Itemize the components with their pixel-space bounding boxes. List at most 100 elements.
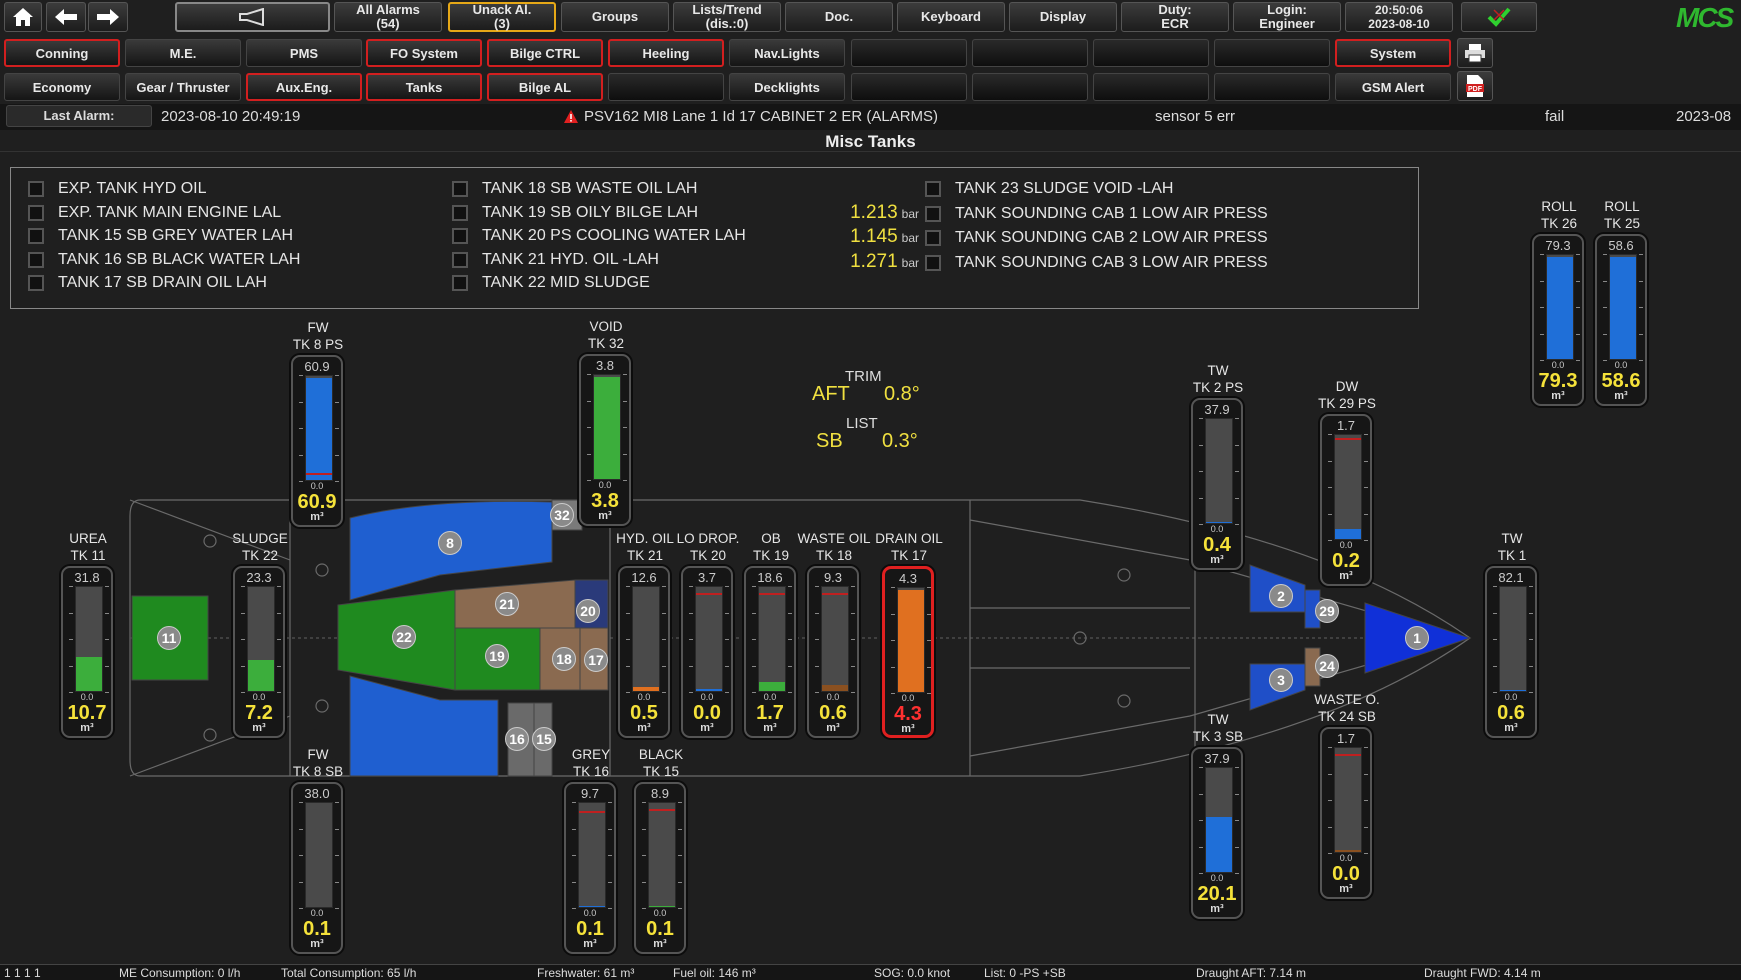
gauge-max: 3.8	[595, 358, 615, 373]
hull-tank-number-marker[interactable]: 21	[495, 592, 519, 616]
hull-tank-number-marker[interactable]: 15	[532, 727, 556, 751]
gauge-tick	[623, 374, 627, 375]
tank-gauge[interactable]: 8.9 0.0 0.1 m³	[634, 782, 686, 954]
gauge-tick	[1493, 639, 1497, 640]
gauge-max: 8.9	[650, 786, 670, 801]
gauge-tick	[623, 453, 627, 455]
gauge-fill	[822, 685, 848, 691]
gauge-tick	[851, 612, 855, 614]
gauge-bar	[305, 375, 333, 481]
tank-type: TW	[1501, 531, 1523, 546]
gauge-fill	[649, 906, 675, 907]
tank-gauge[interactable]: 12.6 0.0 0.5 m³	[618, 566, 670, 738]
gauge-max: 79.3	[1545, 238, 1571, 253]
gauge-tick	[815, 586, 819, 587]
gauge-tick	[689, 665, 693, 667]
gauge-unit: m³	[1210, 903, 1224, 915]
gauge-tick	[1235, 846, 1239, 848]
gauge-tick	[608, 828, 612, 830]
gauge-tick	[851, 586, 855, 587]
gauge-min: 0.0	[653, 908, 667, 918]
tank-gauge[interactable]: 9.7 0.0 0.1 m³	[564, 782, 616, 954]
gauge-tick	[1529, 665, 1533, 667]
gauge-tick	[689, 639, 693, 640]
gauge-tick	[572, 828, 576, 830]
gauge-min: 0.0	[252, 692, 266, 702]
tank-gauge[interactable]: 3.7 0.0 0.0 m³	[681, 566, 733, 738]
hull-tank-number-marker[interactable]: 1	[1405, 626, 1429, 650]
gauge-tick	[662, 612, 666, 614]
tank-label: TW TK 1	[1498, 530, 1527, 564]
gauge-tick	[587, 427, 591, 428]
gauge-tick	[626, 612, 630, 614]
gauge-tick	[752, 586, 756, 587]
hull-tank-number-marker[interactable]: 17	[584, 648, 608, 672]
gauge-fill	[696, 689, 722, 691]
tank-gauge[interactable]: 38.0 0.0 0.1 m³	[291, 782, 343, 954]
hull-tank-number-marker[interactable]: 20	[576, 599, 600, 623]
gauge-tick	[1235, 820, 1239, 821]
gauge-tick	[815, 639, 819, 640]
gauge-min: 0.0	[310, 481, 324, 491]
gauge-tick	[277, 665, 281, 667]
gauge-tick	[572, 881, 576, 883]
hull-tank-number-marker[interactable]: 3	[1269, 668, 1293, 692]
gauge-fill	[633, 687, 659, 691]
gauge-max: 37.9	[1204, 402, 1230, 417]
gauge-max: 58.6	[1608, 238, 1634, 253]
tank-id: TK 21	[626, 548, 664, 563]
hull-tank-number-marker[interactable]: 8	[438, 531, 462, 555]
tank-gauge[interactable]: 60.9 0.0 60.9 m³	[291, 355, 343, 527]
hull-tank-number-marker[interactable]: 22	[392, 625, 416, 649]
tank-label: ROLL TK 25	[1604, 198, 1640, 232]
tank-id: TK 18	[815, 548, 853, 563]
tank-gauge[interactable]: 31.8 0.0 10.7 m³	[61, 566, 113, 738]
hull-tank-number-marker[interactable]: 18	[552, 647, 576, 671]
tank-gauge[interactable]: 9.3 0.0 0.6 m³	[807, 566, 859, 738]
gauge-tick	[105, 639, 109, 640]
tank-id: TK 26	[1540, 216, 1578, 231]
gauge-tick	[1576, 254, 1580, 255]
tank-gauge[interactable]: 18.6 0.0 1.7 m³	[744, 566, 796, 738]
tank-gauge[interactable]: 58.6 0.0 58.6 m³	[1595, 234, 1647, 406]
gauge-bar	[1499, 586, 1527, 692]
trim-label: TRIM	[845, 368, 882, 385]
tank-label: WASTE O. TK 24 SB	[1314, 691, 1380, 725]
gauge-tick	[1529, 586, 1533, 587]
gauge-tick	[725, 586, 729, 587]
gauge-tick	[678, 802, 682, 803]
gauge-bar	[578, 802, 606, 908]
hull-tank-number-marker[interactable]: 2	[1269, 584, 1293, 608]
gauge-min: 0.0	[583, 908, 597, 918]
hull-tank-number-marker[interactable]: 32	[550, 503, 574, 527]
tank-id: TK 24 SB	[1318, 709, 1376, 724]
gauge-unit: m³	[80, 722, 94, 734]
gauge-tick	[1639, 280, 1643, 282]
gauge-unit: m³	[583, 938, 597, 950]
hull-tank-number-marker[interactable]: 24	[1315, 654, 1339, 678]
gauge-tick	[299, 828, 303, 830]
gauge-bar	[1334, 747, 1362, 853]
hull-tank-number-marker[interactable]: 19	[485, 644, 509, 668]
gauge-tick	[69, 612, 73, 614]
tank-gauge[interactable]: 82.1 0.0 0.6 m³	[1485, 566, 1537, 738]
hull-tank-number-marker[interactable]: 29	[1315, 599, 1339, 623]
hull-tank-number-marker[interactable]: 11	[157, 626, 181, 650]
gauge-fill	[1335, 850, 1361, 852]
gauge-alarm-limit	[579, 811, 605, 813]
gauge-tick	[1328, 800, 1332, 801]
gauge-unit: m³	[1551, 390, 1565, 402]
tank-gauge[interactable]: 37.9 0.0 0.4 m³	[1191, 398, 1243, 570]
tank-type: LO DROP.	[676, 531, 740, 546]
tank-gauge[interactable]: 1.7 0.0 0.2 m³	[1320, 414, 1372, 586]
tank-gauge[interactable]: 23.3 0.0 7.2 m³	[233, 566, 285, 738]
tank-gauge[interactable]: 3.8 0.0 3.8 m³	[579, 354, 631, 526]
tank-gauge[interactable]: 79.3 0.0 79.3 m³	[1532, 234, 1584, 406]
gauge-tick	[623, 400, 627, 402]
tank-gauge[interactable]: 4.3 0.0 4.3 m³	[882, 566, 934, 738]
hull-tank-number-marker[interactable]: 16	[505, 727, 529, 751]
gauge-max: 12.6	[631, 570, 657, 585]
tank-gauge[interactable]: 1.7 0.0 0.0 m³	[1320, 727, 1372, 899]
gauge-tick	[725, 639, 729, 640]
tank-gauge[interactable]: 37.9 0.0 20.1 m³	[1191, 747, 1243, 919]
